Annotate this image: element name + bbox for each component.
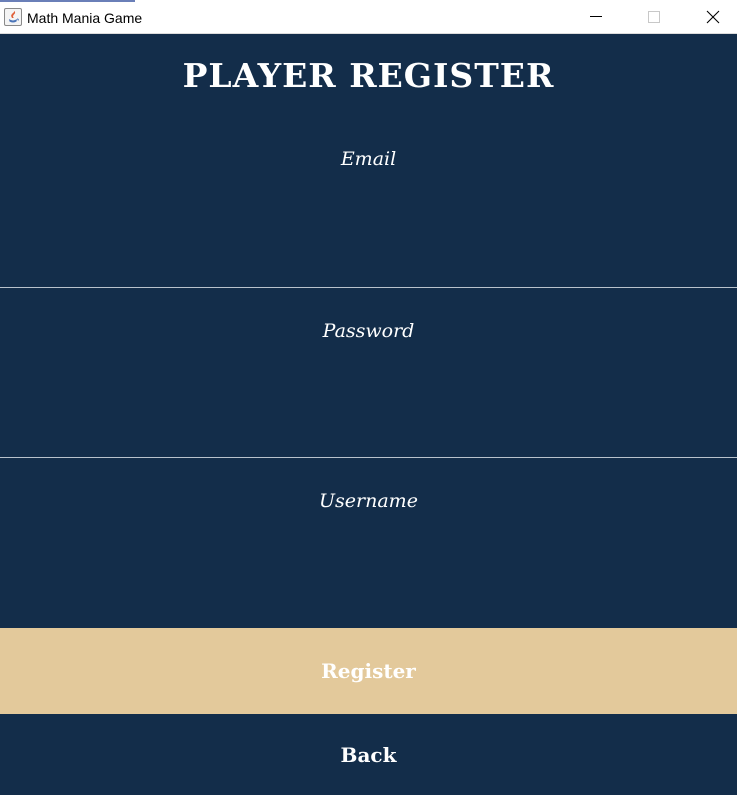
back-button[interactable]: Back [0, 714, 737, 795]
username-field-group: Username [0, 458, 737, 628]
password-field[interactable] [0, 358, 737, 448]
maximize-icon[interactable] [625, 0, 683, 34]
email-label: Email [340, 148, 397, 170]
minimize-icon[interactable] [567, 0, 625, 34]
java-icon[interactable] [4, 8, 22, 26]
password-field-group: Password [0, 288, 737, 458]
page-title: PLAYER REGISTER [182, 56, 555, 95]
window-title: Math Mania Game [27, 10, 143, 26]
email-field-group: Email [0, 118, 737, 288]
title-bar[interactable]: Math Mania Game [0, 0, 737, 34]
app-window: Math Mania Game PLAYER REGISTER Email Pa… [0, 0, 737, 795]
username-label: Username [319, 490, 418, 512]
email-field[interactable] [0, 188, 737, 278]
username-field[interactable] [0, 528, 737, 618]
close-icon[interactable] [684, 0, 737, 34]
register-panel: PLAYER REGISTER Email Password Username … [0, 34, 737, 795]
register-button[interactable]: Register [0, 628, 737, 714]
password-label: Password [322, 320, 415, 342]
